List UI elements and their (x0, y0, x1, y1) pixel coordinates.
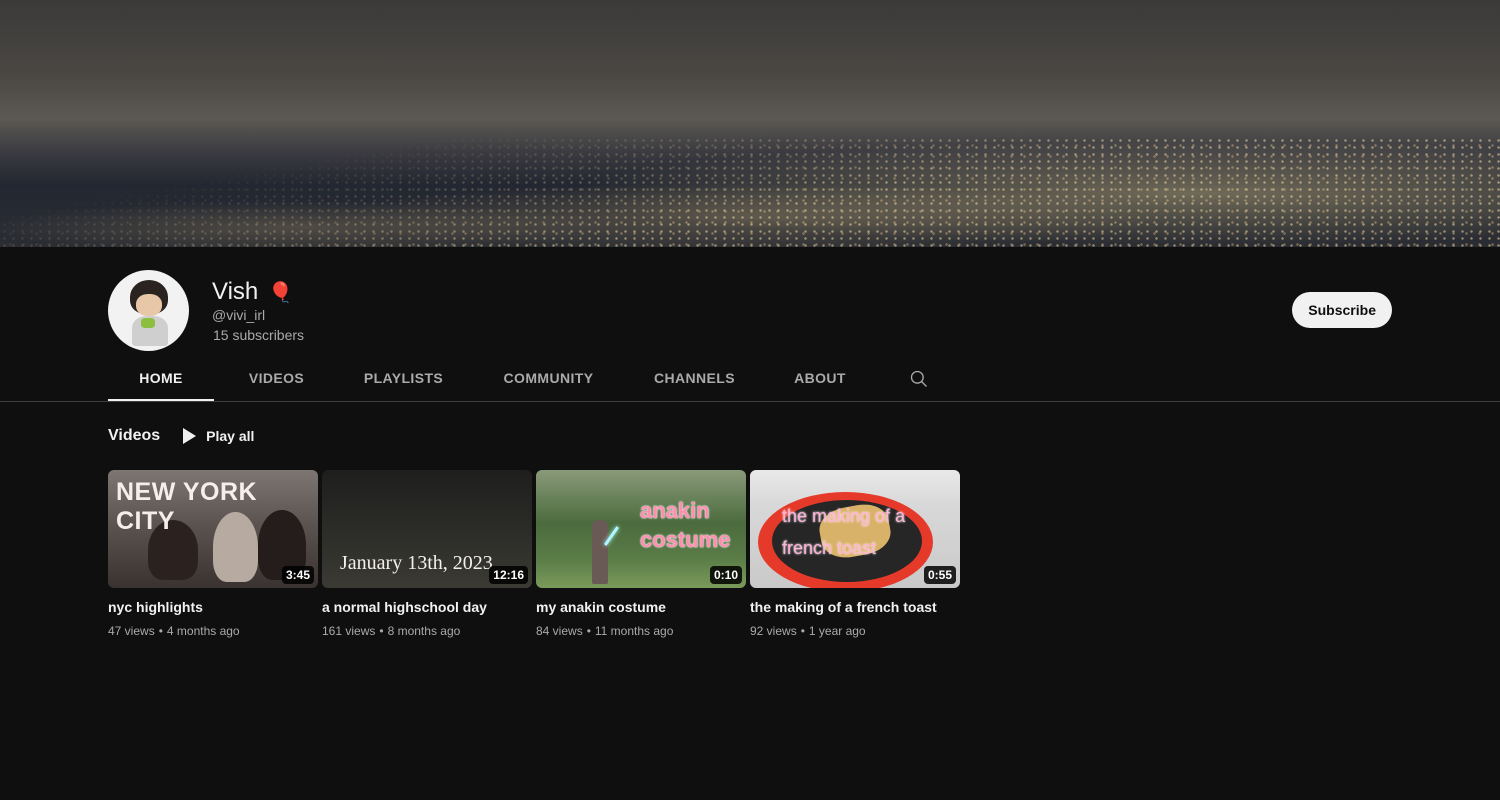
video-meta: 92 views • 1 year ago (750, 624, 960, 638)
thumbnail-text: anakin costume (640, 498, 731, 552)
thumbnail-text: NEW YORK CITY (116, 478, 258, 535)
video-card[interactable]: the making of a french toast 0:55 the ma… (750, 470, 960, 638)
video-title[interactable]: a normal highschool day (322, 598, 532, 616)
channel-handle: @vivi_irl (212, 307, 266, 323)
video-meta: 84 views • 11 months ago (536, 624, 746, 638)
play-all-label: Play all (206, 428, 255, 444)
section-title: Videos (108, 427, 161, 444)
meta-separator: • (800, 624, 805, 638)
tabs-divider (0, 401, 1500, 402)
meta-separator: • (158, 624, 163, 638)
channel-name-text: Vish (212, 278, 259, 305)
view-count: 92 views (750, 624, 797, 638)
video-card[interactable]: anakin costume 0:10 my anakin costume 84… (536, 470, 746, 638)
duration-badge: 3:45 (281, 566, 314, 584)
thumbnail-text: January 13th, 2023 (340, 552, 493, 574)
search-icon[interactable] (909, 356, 929, 402)
videos-section-header: Videos Play all (108, 424, 254, 448)
video-title[interactable]: my anakin costume (536, 598, 746, 616)
tab-home[interactable]: HOME (108, 356, 214, 402)
video-thumbnail[interactable]: the making of a french toast 0:55 (750, 470, 960, 588)
video-shelf: NEW YORK CITY 3:45 nyc highlights 47 vie… (108, 470, 960, 638)
avatar-face (136, 294, 162, 316)
video-thumbnail[interactable]: NEW YORK CITY 3:45 (108, 470, 318, 588)
video-card[interactable]: NEW YORK CITY 3:45 nyc highlights 47 vie… (108, 470, 318, 638)
duration-badge: 12:16 (489, 566, 528, 584)
play-icon (183, 428, 197, 444)
meta-separator: • (379, 624, 384, 638)
channel-name: Vish 🎈 (212, 278, 293, 306)
tab-about[interactable]: ABOUT (760, 356, 880, 402)
duration-badge: 0:10 (709, 566, 742, 584)
video-title[interactable]: nyc highlights (108, 598, 318, 616)
subscribe-button[interactable]: Subscribe (1292, 292, 1392, 328)
avatar[interactable] (108, 270, 189, 351)
view-count: 161 views (322, 624, 376, 638)
video-meta: 47 views • 4 months ago (108, 624, 318, 638)
video-thumbnail[interactable]: anakin costume 0:10 (536, 470, 746, 588)
play-all-button[interactable]: Play all (182, 428, 254, 444)
duration-badge: 0:55 (923, 566, 956, 584)
upload-age: 4 months ago (166, 624, 240, 638)
tab-playlists[interactable]: PLAYLISTS (339, 356, 468, 402)
view-count: 47 views (108, 624, 155, 638)
video-thumbnail[interactable]: January 13th, 2023 12:16 (322, 470, 532, 588)
view-count: 84 views (536, 624, 583, 638)
tab-community[interactable]: COMMUNITY (468, 356, 629, 402)
upload-age: 1 year ago (808, 624, 866, 638)
search-icon-svg (910, 370, 927, 387)
thumbnail-figure (592, 520, 608, 584)
balloon-icon: 🎈 (268, 281, 294, 304)
video-meta: 161 views • 8 months ago (322, 624, 532, 638)
upload-age: 11 months ago (594, 624, 674, 638)
banner-city-lights (0, 137, 1500, 247)
meta-separator: • (586, 624, 591, 638)
video-title[interactable]: the making of a french toast (750, 598, 960, 616)
video-card[interactable]: January 13th, 2023 12:16 a normal highsc… (322, 470, 532, 638)
channel-banner (0, 0, 1500, 247)
tab-videos[interactable]: VIDEOS (214, 356, 339, 402)
channel-tabs: HOME VIDEOS PLAYLISTS COMMUNITY CHANNELS… (108, 356, 929, 402)
tab-channels[interactable]: CHANNELS (629, 356, 760, 402)
subscriber-count: 15 subscribers (213, 327, 305, 343)
channel-header: Vish 🎈 @vivi_irl 15 subscribers Subscrib… (108, 270, 1392, 351)
thumbnail-text: the making of a french toast (782, 506, 906, 558)
upload-age: 8 months ago (387, 624, 461, 638)
avatar-plant (141, 318, 155, 328)
